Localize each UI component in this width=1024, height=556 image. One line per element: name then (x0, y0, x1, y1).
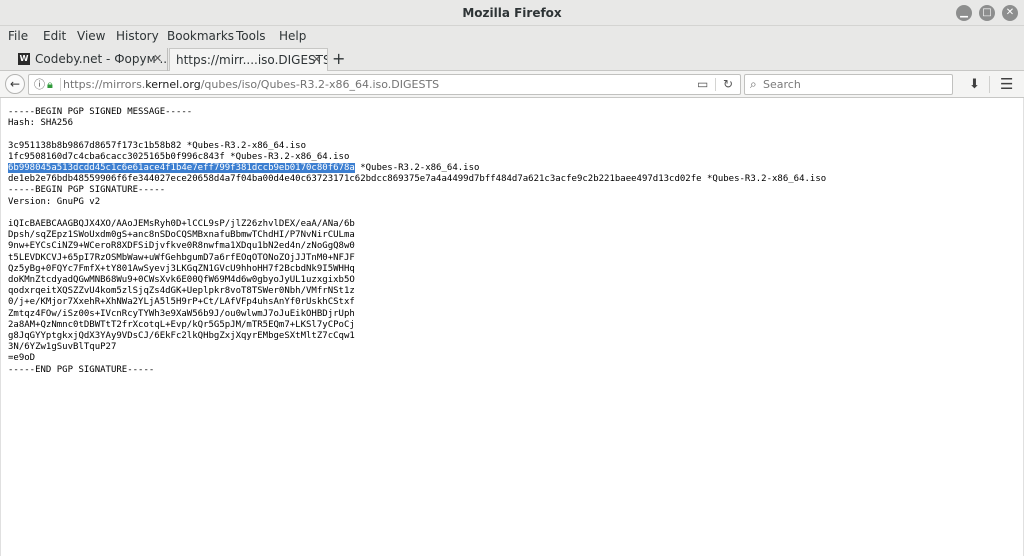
selected-hash-suffix: *Qubes-R3.2-x86_64.iso (354, 163, 480, 173)
download-icon[interactable]: ⬇ (969, 75, 980, 94)
toolbar-divider (989, 76, 990, 93)
tab-label: Codeby.net - Форум ... (35, 52, 168, 66)
back-arrow-icon[interactable]: ← (5, 74, 25, 94)
navigation-toolbar: ← ⓘ 🔒︎ https://mirrors.kernel.org/qubes/… (0, 71, 1024, 98)
url-text[interactable]: https://mirrors.kernel.org/qubes/iso/Qub… (63, 75, 439, 94)
highlighted-line: 6b998045a513dcdd45c1c6e61ace4f1b4e7eff79… (8, 163, 479, 174)
maximize-icon[interactable]: □ (979, 5, 995, 21)
signature-text: de1eb2e76bdb48559906f6fe344027ece20658d4… (8, 174, 827, 375)
hamburger-menu-icon[interactable]: ☰ (1000, 75, 1013, 94)
new-tab-icon[interactable]: + (332, 47, 345, 71)
menu-edit[interactable]: Edit (43, 26, 66, 47)
tab-digests[interactable]: https://mirr....iso.DIGESTS ✕ (169, 48, 328, 71)
url-divider (715, 78, 716, 91)
menu-file[interactable]: File (8, 26, 28, 47)
digest-header-text: -----BEGIN PGP SIGNED MESSAGE----- Hash:… (8, 107, 350, 162)
menu-bar: File Edit View History Bookmarks Tools H… (0, 26, 1024, 47)
tab-codeby[interactable]: W Codeby.net - Форум ... ✕ (13, 48, 168, 71)
close-tab-icon[interactable]: ✕ (312, 49, 321, 71)
url-bar[interactable]: ⓘ 🔒︎ https://mirrors.kernel.org/qubes/is… (28, 74, 741, 95)
minimize-icon[interactable]: ▁ (956, 5, 972, 21)
reader-view-icon[interactable]: ▭ (697, 75, 708, 94)
menu-bookmarks[interactable]: Bookmarks (167, 26, 234, 47)
reload-icon[interactable]: ↻ (723, 75, 733, 94)
search-icon: ⌕ (750, 77, 757, 91)
lock-icon[interactable]: 🔒︎ (47, 75, 53, 94)
search-placeholder: Search (763, 78, 801, 91)
search-bar[interactable]: ⌕ Search (744, 74, 953, 95)
tab-bar: W Codeby.net - Форум ... ✕ https://mirr.… (0, 47, 1024, 71)
window-title: Mozilla Firefox (462, 6, 562, 20)
window-titlebar: Mozilla Firefox ▁ □ ✕ (0, 0, 1024, 26)
menu-help[interactable]: Help (279, 26, 306, 47)
url-divider (60, 78, 61, 91)
selected-hash[interactable]: 6b998045a513dcdd45c1c6e61ace4f1b4e7eff79… (8, 163, 355, 173)
menu-history[interactable]: History (116, 26, 159, 47)
menu-view[interactable]: View (77, 26, 105, 47)
info-icon[interactable]: ⓘ (34, 75, 45, 94)
close-tab-icon[interactable]: ✕ (153, 48, 162, 70)
close-window-icon[interactable]: ✕ (1002, 5, 1018, 21)
tab-label: https://mirr....iso.DIGESTS (176, 53, 328, 67)
page-content: -----BEGIN PGP SIGNED MESSAGE----- Hash:… (0, 98, 1024, 556)
menu-tools[interactable]: Tools (236, 26, 266, 47)
codeby-favicon-icon: W (18, 53, 30, 65)
